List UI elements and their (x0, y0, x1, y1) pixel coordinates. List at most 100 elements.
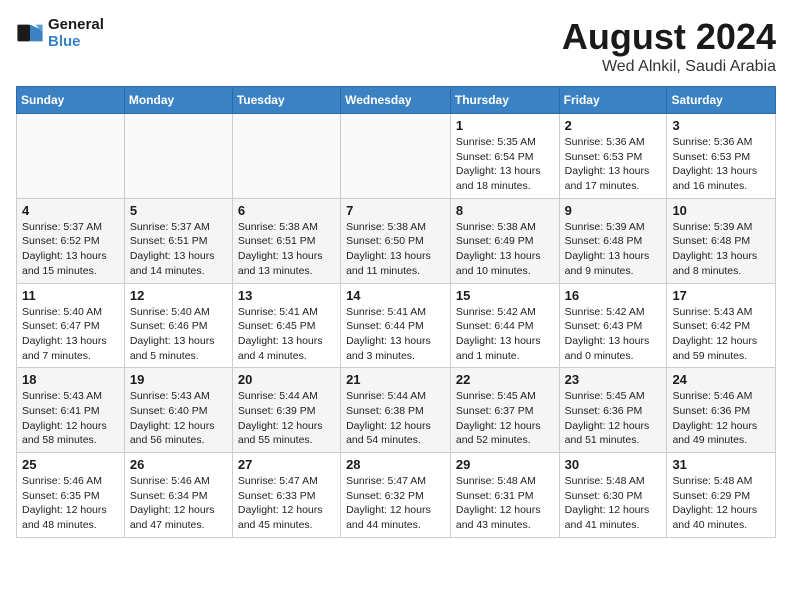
weekday-header-sunday: Sunday (17, 87, 125, 114)
day-info: Sunrise: 5:37 AM Sunset: 6:52 PM Dayligh… (22, 220, 119, 279)
day-number: 18 (22, 372, 119, 387)
day-info: Sunrise: 5:41 AM Sunset: 6:44 PM Dayligh… (346, 305, 445, 364)
day-info: Sunrise: 5:36 AM Sunset: 6:53 PM Dayligh… (565, 135, 662, 194)
day-number: 6 (238, 203, 335, 218)
calendar-cell: 22Sunrise: 5:45 AM Sunset: 6:37 PM Dayli… (450, 368, 559, 453)
day-info: Sunrise: 5:46 AM Sunset: 6:35 PM Dayligh… (22, 474, 119, 533)
day-number: 24 (672, 372, 770, 387)
day-info: Sunrise: 5:37 AM Sunset: 6:51 PM Dayligh… (130, 220, 227, 279)
day-number: 28 (346, 457, 445, 472)
day-number: 14 (346, 288, 445, 303)
calendar-week-4: 18 Sunrise: 5:43 AM Sunset: 6:41 PM Dayli… (17, 368, 776, 453)
weekday-header-row: SundayMondayTuesdayWednesdayThursdayFrid… (17, 87, 776, 114)
calendar-cell: 30 Sunrise: 5:48 AM Sunset: 6:30 PM Dayli… (559, 453, 667, 538)
calendar-cell (341, 114, 451, 199)
day-info: Sunrise: 5:45 AM Sunset: 6:37 PM Dayligh… (456, 389, 554, 448)
day-info: Sunrise: 5:35 AM Sunset: 6:54 PM Dayligh… (456, 135, 554, 194)
logo-text: General Blue (48, 16, 104, 50)
day-number: 3 (672, 118, 770, 133)
calendar-cell: 18 Sunrise: 5:43 AM Sunset: 6:41 PM Dayli… (17, 368, 125, 453)
day-number: 20 (238, 372, 335, 387)
day-info: Sunrise: 5:43 AM Sunset: 6:41 PM Dayligh… (22, 389, 119, 448)
calendar-cell: 7 Sunrise: 5:38 AM Sunset: 6:50 PM Daylig… (341, 198, 451, 283)
weekday-header-monday: Monday (124, 87, 232, 114)
day-number: 10 (672, 203, 770, 218)
day-number: 31 (672, 457, 770, 472)
calendar-week-1: 1 Sunrise: 5:35 AM Sunset: 6:54 PM Daylig… (17, 114, 776, 199)
day-number: 23 (565, 372, 662, 387)
calendar-cell (17, 114, 125, 199)
day-info: Sunrise: 5:43 AM Sunset: 6:42 PM Dayligh… (672, 305, 770, 364)
calendar-cell: 10 Sunrise: 5:39 AM Sunset: 6:48 PM Dayli… (667, 198, 776, 283)
calendar-cell: 9 Sunrise: 5:39 AM Sunset: 6:48 PM Daylig… (559, 198, 667, 283)
day-number: 21 (346, 372, 445, 387)
month-title: August 2024 (562, 16, 776, 58)
day-number: 4 (22, 203, 119, 218)
day-number: 12 (130, 288, 227, 303)
day-info: Sunrise: 5:39 AM Sunset: 6:48 PM Dayligh… (672, 220, 770, 279)
calendar-cell: 24 Sunrise: 5:46 AM Sunset: 6:36 PM Dayli… (667, 368, 776, 453)
calendar-cell: 11 Sunrise: 5:40 AM Sunset: 6:47 PM Dayli… (17, 283, 125, 368)
calendar-cell: 20 Sunrise: 5:44 AM Sunset: 6:39 PM Dayli… (232, 368, 340, 453)
weekday-header-saturday: Saturday (667, 87, 776, 114)
calendar-cell: 26Sunrise: 5:46 AM Sunset: 6:34 PM Dayli… (124, 453, 232, 538)
day-number: 19 (130, 372, 227, 387)
calendar-cell: 17 Sunrise: 5:43 AM Sunset: 6:42 PM Dayli… (667, 283, 776, 368)
day-number: 15 (456, 288, 554, 303)
calendar-cell: 29Sunrise: 5:48 AM Sunset: 6:31 PM Dayli… (450, 453, 559, 538)
day-info: Sunrise: 5:36 AM Sunset: 6:53 PM Dayligh… (672, 135, 770, 194)
calendar-cell: 13 Sunrise: 5:41 AM Sunset: 6:45 PM Dayli… (232, 283, 340, 368)
calendar-cell (124, 114, 232, 199)
day-number: 17 (672, 288, 770, 303)
day-info: Sunrise: 5:40 AM Sunset: 6:46 PM Dayligh… (130, 305, 227, 364)
day-number: 29 (456, 457, 554, 472)
day-info: Sunrise: 5:42 AM Sunset: 6:43 PM Dayligh… (565, 305, 662, 364)
calendar-cell: 31 Sunrise: 5:48 AM Sunset: 6:29 PM Dayli… (667, 453, 776, 538)
calendar-week-3: 11 Sunrise: 5:40 AM Sunset: 6:47 PM Dayli… (17, 283, 776, 368)
day-info: Sunrise: 5:46 AM Sunset: 6:36 PM Dayligh… (672, 389, 770, 448)
day-info: Sunrise: 5:43 AM Sunset: 6:40 PM Dayligh… (130, 389, 227, 448)
day-number: 2 (565, 118, 662, 133)
calendar-cell: 15 Sunrise: 5:42 AM Sunset: 6:44 PM Dayli… (450, 283, 559, 368)
day-number: 25 (22, 457, 119, 472)
calendar-week-5: 25 Sunrise: 5:46 AM Sunset: 6:35 PM Dayli… (17, 453, 776, 538)
day-info: Sunrise: 5:40 AM Sunset: 6:47 PM Dayligh… (22, 305, 119, 364)
day-info: Sunrise: 5:45 AM Sunset: 6:36 PM Dayligh… (565, 389, 662, 448)
calendar-week-2: 4 Sunrise: 5:37 AM Sunset: 6:52 PM Daylig… (17, 198, 776, 283)
calendar-table: SundayMondayTuesdayWednesdayThursdayFrid… (16, 86, 776, 538)
day-info: Sunrise: 5:42 AM Sunset: 6:44 PM Dayligh… (456, 305, 554, 364)
day-info: Sunrise: 5:44 AM Sunset: 6:39 PM Dayligh… (238, 389, 335, 448)
weekday-header-wednesday: Wednesday (341, 87, 451, 114)
day-info: Sunrise: 5:41 AM Sunset: 6:45 PM Dayligh… (238, 305, 335, 364)
calendar-cell: 19 Sunrise: 5:43 AM Sunset: 6:40 PM Dayli… (124, 368, 232, 453)
location: Wed Alnkil, Saudi Arabia (562, 58, 776, 76)
calendar-cell: 16 Sunrise: 5:42 AM Sunset: 6:43 PM Dayli… (559, 283, 667, 368)
day-info: Sunrise: 5:39 AM Sunset: 6:48 PM Dayligh… (565, 220, 662, 279)
day-info: Sunrise: 5:38 AM Sunset: 6:50 PM Dayligh… (346, 220, 445, 279)
calendar-cell (232, 114, 340, 199)
day-number: 26 (130, 457, 227, 472)
day-number: 5 (130, 203, 227, 218)
calendar-cell: 28Sunrise: 5:47 AM Sunset: 6:32 PM Dayli… (341, 453, 451, 538)
day-info: Sunrise: 5:48 AM Sunset: 6:29 PM Dayligh… (672, 474, 770, 533)
day-info: Sunrise: 5:48 AM Sunset: 6:30 PM Dayligh… (565, 474, 662, 533)
day-number: 30 (565, 457, 662, 472)
title-block: August 2024 Wed Alnkil, Saudi Arabia (562, 16, 776, 76)
day-info: Sunrise: 5:38 AM Sunset: 6:51 PM Dayligh… (238, 220, 335, 279)
day-number: 1 (456, 118, 554, 133)
day-number: 13 (238, 288, 335, 303)
day-number: 7 (346, 203, 445, 218)
calendar-cell: 27Sunrise: 5:47 AM Sunset: 6:33 PM Dayli… (232, 453, 340, 538)
calendar-cell: 6 Sunrise: 5:38 AM Sunset: 6:51 PM Daylig… (232, 198, 340, 283)
day-number: 9 (565, 203, 662, 218)
day-info: Sunrise: 5:44 AM Sunset: 6:38 PM Dayligh… (346, 389, 445, 448)
day-number: 11 (22, 288, 119, 303)
calendar-cell: 5 Sunrise: 5:37 AM Sunset: 6:51 PM Daylig… (124, 198, 232, 283)
day-info: Sunrise: 5:38 AM Sunset: 6:49 PM Dayligh… (456, 220, 554, 279)
calendar-cell: 1 Sunrise: 5:35 AM Sunset: 6:54 PM Daylig… (450, 114, 559, 199)
logo: General Blue (16, 16, 104, 50)
day-number: 16 (565, 288, 662, 303)
day-number: 8 (456, 203, 554, 218)
page-header: General Blue August 2024 Wed Alnkil, Sau… (16, 16, 776, 76)
calendar-cell: 3 Sunrise: 5:36 AM Sunset: 6:53 PM Daylig… (667, 114, 776, 199)
